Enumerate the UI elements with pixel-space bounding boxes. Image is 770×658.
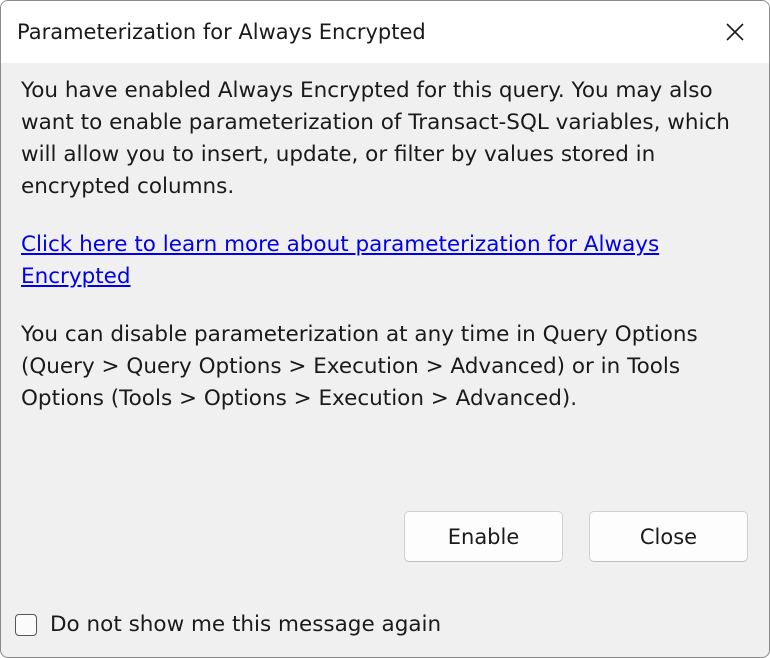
disable-info-text: You can disable parameterization at any … — [21, 322, 698, 411]
enable-button[interactable]: Enable — [404, 511, 563, 562]
dialog-window: Parameterization for Always Encrypted Yo… — [0, 0, 770, 658]
close-button[interactable]: Close — [589, 511, 748, 562]
intro-text: You have enabled Always Encrypted for th… — [21, 78, 730, 199]
close-window-button[interactable] — [715, 13, 755, 51]
dont-show-again-row[interactable]: Do not show me this message again — [15, 612, 441, 637]
learn-more-link[interactable]: Click here to learn more about parameter… — [21, 229, 671, 293]
message-body: You have enabled Always Encrypted for th… — [21, 75, 751, 415]
title-bar: Parameterization for Always Encrypted — [1, 1, 769, 63]
dont-show-again-label[interactable]: Do not show me this message again — [50, 612, 441, 637]
dialog-title: Parameterization for Always Encrypted — [17, 20, 426, 44]
close-icon — [726, 23, 744, 41]
dont-show-again-checkbox[interactable] — [15, 613, 37, 636]
